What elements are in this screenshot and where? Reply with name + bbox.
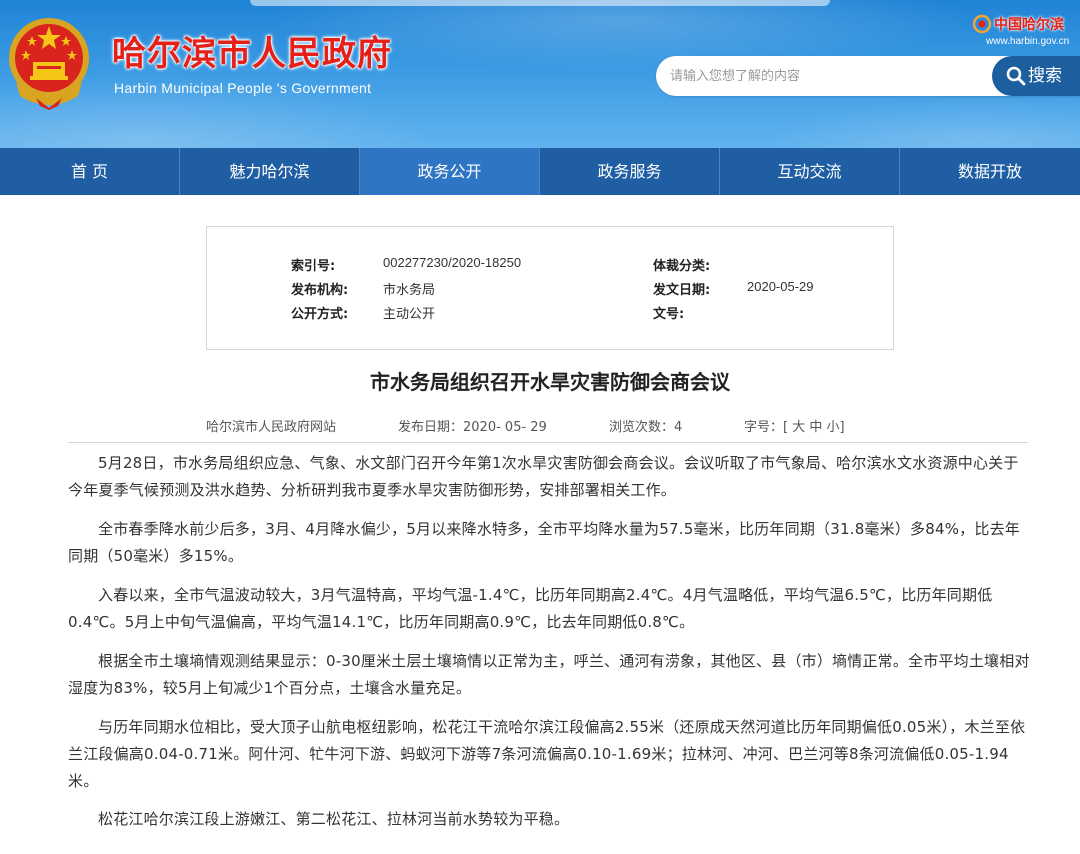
mode-label: 公开方式: <box>291 307 349 322</box>
article-paragraph: 入春以来，全市气温波动较大，3月气温特高，平均气温-1.4℃，比历年同期高2.4… <box>68 586 993 631</box>
index-value: 002277230/2020-18250 <box>383 255 522 270</box>
nav-item-interaction[interactable]: 互动交流 <box>720 148 900 195</box>
nav-item-gov-services[interactable]: 政务服务 <box>540 148 720 195</box>
brand-logo[interactable]: 中国哈尔滨 www.harbin.gov.cn <box>972 14 1076 50</box>
main-nav: 首 页 魅力哈尔滨 政务公开 政务服务 互动交流 数据开放 <box>0 148 1080 195</box>
mode-value: 主动公开 <box>383 306 436 321</box>
publish-date-label: 发布日期： <box>398 420 464 435</box>
article-paragraph: 根据全市土壤墒情观测结果显示：0-30厘米土层土壤墒情以正常为主，呼兰、通河有涝… <box>68 652 1030 697</box>
date-label: 发文日期: <box>653 283 711 298</box>
nav-item-gov-affairs-open[interactable]: 政务公开 <box>360 148 540 195</box>
search-icon <box>1006 66 1026 86</box>
nav-item-open-data[interactable]: 数据开放 <box>900 148 1080 195</box>
views-meta: 浏览次数：4 <box>609 416 682 435</box>
article-source: 哈尔滨市人民政府网站 <box>206 420 337 435</box>
views-label: 浏览次数： <box>609 420 675 435</box>
publish-date-meta: 发布日期：2020- 05- 29 <box>398 416 547 435</box>
site-title: 哈尔滨市人民政府 <box>112 34 392 74</box>
issuer-value: 市水务局 <box>383 282 436 297</box>
date-value: 2020-05-29 <box>747 279 814 294</box>
document-info-box: 索引号: 002277230/2020-18250 体裁分类: 发布机构: 市水… <box>206 226 894 350</box>
harbin-logo-icon <box>972 14 992 34</box>
brand-name: 中国哈尔滨 <box>994 17 1064 33</box>
article-paragraph: 与历年同期水位相比，受大顶子山航电枢纽影响，松花江干流哈尔滨江段偏高2.55米（… <box>68 718 1026 790</box>
article-paragraph: 5月28日，市水务局组织应急、气象、水文部门召开今年第1次水旱灾害防御会商会议。… <box>68 454 1019 499</box>
nav-item-home[interactable]: 首 页 <box>0 148 180 195</box>
nav-item-charm-harbin[interactable]: 魅力哈尔滨 <box>180 148 360 195</box>
search-input[interactable] <box>670 66 970 86</box>
meta-divider <box>68 442 1028 443</box>
issuer-label: 发布机构: <box>291 283 349 298</box>
top-strip <box>250 0 830 6</box>
category-label: 体裁分类: <box>653 259 711 274</box>
search-button[interactable]: 搜索 <box>992 56 1080 96</box>
site-subtitle: Harbin Municipal People 's Government <box>114 80 372 96</box>
article-paragraph: 松花江哈尔滨江段上游嫩江、第二松花江、拉林河当前水势较为平稳。 <box>98 810 570 828</box>
header-banner: 哈尔滨市人民政府 Harbin Municipal People 's Gove… <box>0 0 1080 148</box>
article-paragraph: 全市春季降水前少后多，3月、4月降水偏少，5月以来降水特多，全市平均降水量为57… <box>68 520 1020 565</box>
index-label: 索引号: <box>291 259 336 274</box>
national-emblem-icon <box>9 18 89 110</box>
brand-url: www.harbin.gov.cn <box>986 36 1070 47</box>
views-count: 4 <box>674 420 683 435</box>
search-button-label: 搜索 <box>1028 66 1062 86</box>
publish-date-value: 2020- 05- 29 <box>463 420 547 435</box>
docno-label: 文号: <box>653 307 685 322</box>
font-size-switcher[interactable]: 字号：[ 大 中 小] <box>744 416 845 435</box>
article-title: 市水务局组织召开水旱灾害防御会商会议 <box>370 370 730 394</box>
